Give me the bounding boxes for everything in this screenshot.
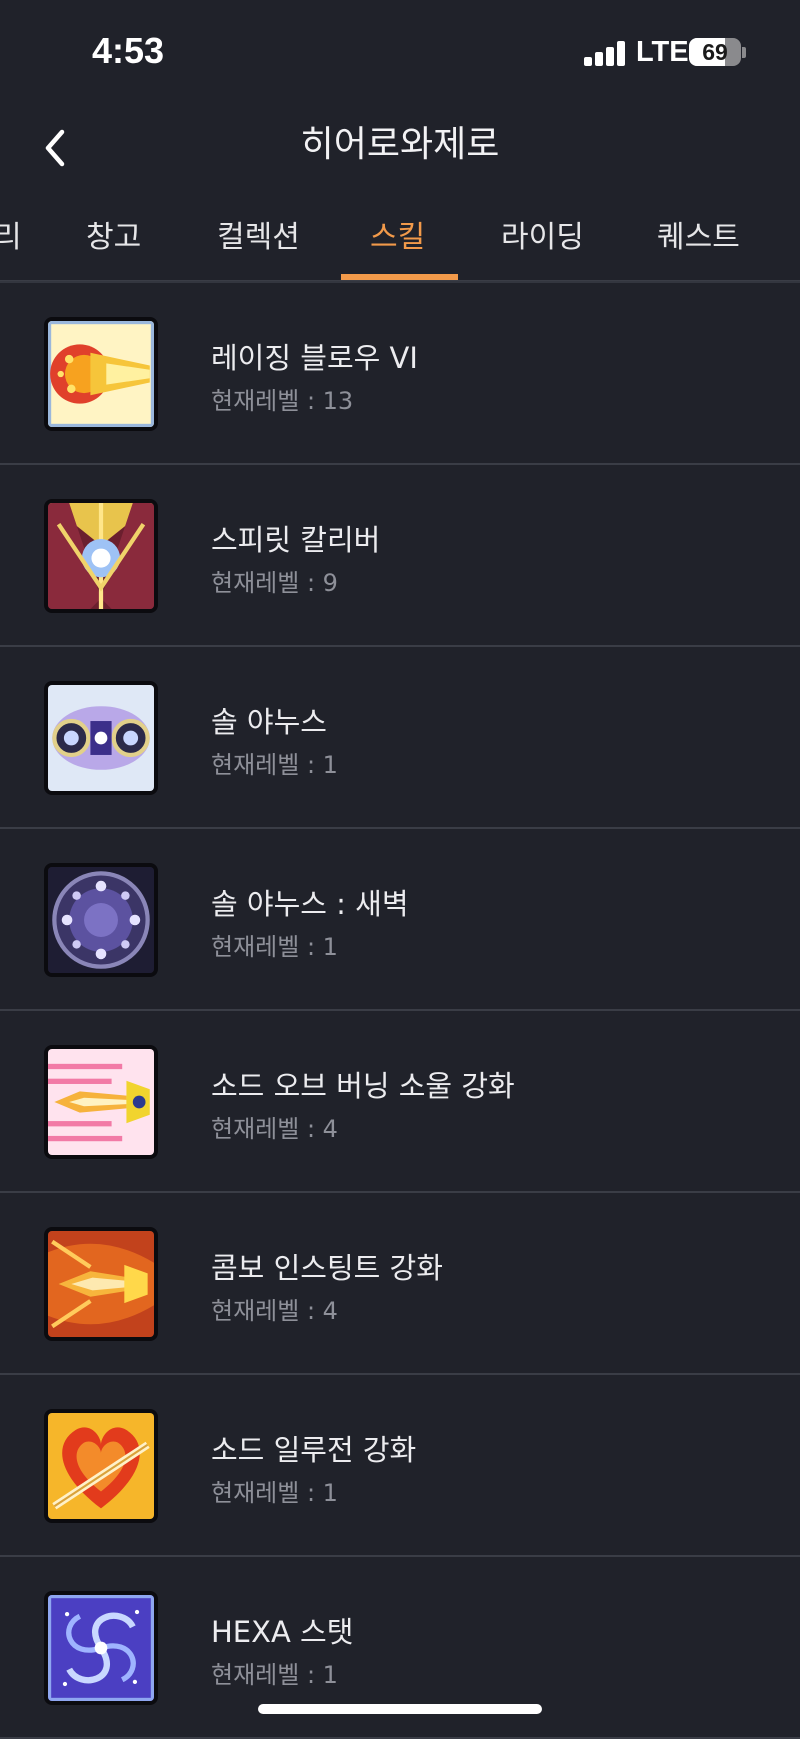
tab-partial[interactable]: 리 <box>0 200 22 278</box>
network-type: LTE <box>636 36 689 68</box>
sol-janus-icon <box>44 681 158 795</box>
spirit-calibur-icon <box>44 499 158 613</box>
skill-name: 솔 야누스 : 새벽 <box>211 887 409 921</box>
skill-row[interactable]: 솔 야누스 현재레벨 : 1 <box>0 647 800 829</box>
combo-instinct-icon <box>44 1227 158 1341</box>
skill-row[interactable]: 콤보 인스팅트 강화 현재레벨 : 4 <box>0 1193 800 1375</box>
skill-list: 레이징 블로우 VI 현재레벨 : 13 스피릿 칼리버 현재레벨 : 9 솔 … <box>0 281 800 1739</box>
skill-name: HEXA 스탯 <box>211 1615 354 1649</box>
skill-row[interactable]: 솔 야누스 : 새벽 현재레벨 : 1 <box>0 829 800 1011</box>
skill-row[interactable]: 스피릿 칼리버 현재레벨 : 9 <box>0 465 800 647</box>
tab-skill[interactable]: 스킬 <box>370 200 425 278</box>
skill-name: 콤보 인스팅트 강화 <box>211 1251 443 1285</box>
tab-collection[interactable]: 컬렉션 <box>217 200 300 278</box>
skill-level: 현재레벨 : 1 <box>211 1479 338 1507</box>
battery-icon: 69 <box>689 38 746 68</box>
status-time: 4:53 <box>92 30 165 71</box>
skill-row[interactable]: 소드 일루전 강화 현재레벨 : 1 <box>0 1375 800 1557</box>
tab-bar: 리 창고 컬렉션 스킬 라이딩 퀘스트 <box>0 200 800 281</box>
skill-level: 현재레벨 : 1 <box>211 933 338 961</box>
page-title: 히어로와제로 <box>300 124 500 165</box>
skill-level: 현재레벨 : 1 <box>211 1661 338 1689</box>
skill-name: 솔 야누스 <box>211 705 327 739</box>
skill-name: 레이징 블로우 VI <box>211 341 418 375</box>
battery-level: 69 <box>702 39 728 65</box>
raging-blow-icon <box>44 317 158 431</box>
tab-riding[interactable]: 라이딩 <box>501 200 584 278</box>
skill-name: 소드 오브 버닝 소울 강화 <box>211 1069 515 1103</box>
sol-janus-dawn-icon <box>44 863 158 977</box>
signal-strength-icon <box>584 40 628 66</box>
tab-storage[interactable]: 창고 <box>86 200 141 278</box>
sword-burning-soul-icon <box>44 1045 158 1159</box>
skill-row[interactable]: 소드 오브 버닝 소울 강화 현재레벨 : 4 <box>0 1011 800 1193</box>
skill-name: 소드 일루전 강화 <box>211 1433 417 1467</box>
active-tab-indicator <box>341 274 458 280</box>
tab-quest[interactable]: 퀘스트 <box>657 200 740 278</box>
hexa-stat-icon <box>44 1591 158 1705</box>
sword-illusion-icon <box>44 1409 158 1523</box>
back-button[interactable] <box>28 118 88 178</box>
app-header: 히어로와제로 <box>0 100 800 200</box>
skill-name: 스피릿 칼리버 <box>211 523 381 557</box>
skill-row[interactable]: 레이징 블로우 VI 현재레벨 : 13 <box>0 283 800 465</box>
status-bar: 4:53 LTE 69 <box>0 0 800 100</box>
skill-level: 현재레벨 : 9 <box>211 569 338 597</box>
skill-level: 현재레벨 : 1 <box>211 751 338 779</box>
skill-level: 현재레벨 : 4 <box>211 1297 338 1325</box>
skill-level: 현재레벨 : 13 <box>211 387 354 415</box>
skill-level: 현재레벨 : 4 <box>211 1115 338 1143</box>
chevron-left-icon <box>45 129 65 167</box>
home-indicator <box>258 1704 542 1714</box>
